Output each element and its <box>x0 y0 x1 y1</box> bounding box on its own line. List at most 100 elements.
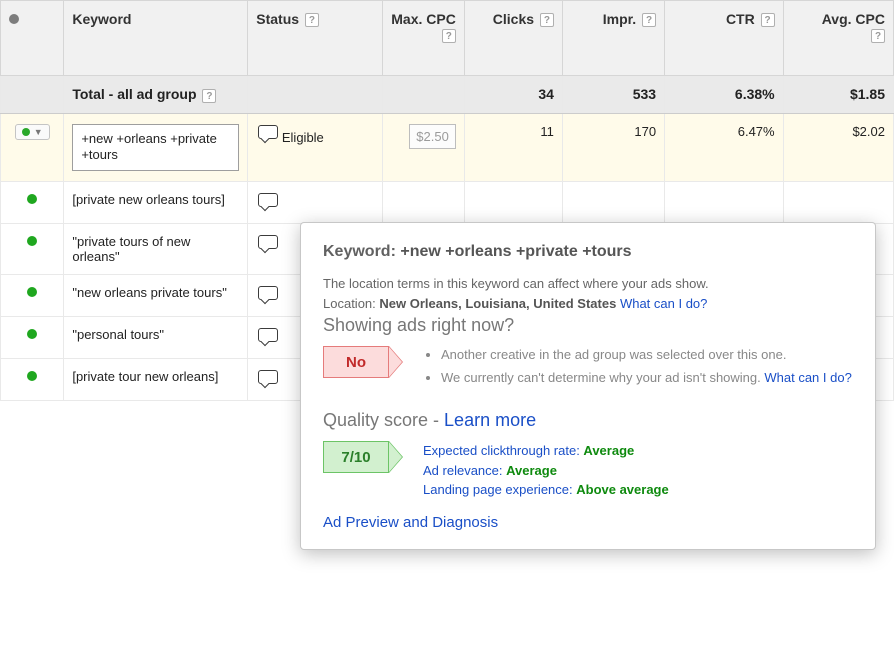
col-avgcpc-label: Avg. CPC <box>822 11 885 27</box>
totals-label: Total - all ad group ? <box>64 76 248 113</box>
keyword-cell[interactable]: "private tours of new orleans" <box>64 224 248 275</box>
status-dot-gray <box>9 14 19 24</box>
qs-metric: Expected clickthrough rate: Average <box>423 441 669 461</box>
col-avgcpc[interactable]: Avg. CPC ? <box>783 1 893 76</box>
help-icon[interactable]: ? <box>871 29 885 43</box>
chevron-down-icon: ▼ <box>34 127 43 137</box>
status-dot-icon <box>27 236 37 246</box>
tooltip-qs-link[interactable]: Learn more <box>444 410 536 430</box>
qs-value: 7/10 <box>323 441 389 473</box>
keyword-cell[interactable]: [private new orleans tours] <box>64 182 248 224</box>
tooltip-qs-heading-text: Quality score - <box>323 410 444 430</box>
col-ctr[interactable]: CTR ? <box>665 1 784 76</box>
speech-bubble-icon[interactable] <box>256 124 278 142</box>
col-impr-label: Impr. <box>603 11 636 27</box>
tooltip-qs-heading: Quality score - Learn more <box>323 410 853 431</box>
totals-impr: 533 <box>562 76 664 113</box>
col-ctr-label: CTR <box>726 11 755 27</box>
totals-avgcpc: $1.85 <box>783 76 893 113</box>
speech-bubble-icon[interactable] <box>256 369 278 387</box>
totals-clicks: 34 <box>464 76 562 113</box>
col-impr[interactable]: Impr. ? <box>562 1 664 76</box>
tooltip-loc-line: Location: New Orleans, Louisiana, United… <box>323 295 853 313</box>
qs-metric-label: Expected clickthrough rate: <box>423 443 583 458</box>
qs-metric-label: Ad relevance: <box>423 463 506 478</box>
table-row[interactable]: ▼ +new +orleans +private +tours Eligible $… <box>1 113 894 182</box>
reason-item: Another creative in the ad group was sel… <box>441 346 852 365</box>
tooltip-showing-heading: Showing ads right now? <box>323 315 853 336</box>
impr-cell <box>562 182 664 224</box>
ctr-cell: 6.47% <box>665 113 784 182</box>
col-maxcpc-label: Max. CPC <box>391 11 456 27</box>
col-clicks-label: Clicks <box>493 11 534 27</box>
qs-metric-label: Landing page experience: <box>423 482 576 497</box>
maxcpc-input[interactable]: $2.50 <box>409 124 456 149</box>
status-dot-icon <box>27 329 37 339</box>
help-icon[interactable]: ? <box>202 89 216 103</box>
tooltip-loc-label: Location: <box>323 296 379 311</box>
reason-link[interactable]: What can I do? <box>764 370 851 385</box>
status-cell[interactable]: Eligible <box>248 113 383 182</box>
row-status-cell[interactable] <box>1 182 64 224</box>
qs-metric: Ad relevance: Average <box>423 461 669 481</box>
help-icon[interactable]: ? <box>761 13 775 27</box>
table-header: Keyword Status ? Max. CPC ? Clicks ? Imp… <box>1 1 894 76</box>
status-tooltip: Keyword: +new +orleans +private +tours T… <box>300 222 876 550</box>
help-icon[interactable]: ? <box>540 13 554 27</box>
row-status-cell[interactable]: ▼ <box>1 113 64 182</box>
status-dot-icon <box>27 194 37 204</box>
impr-cell: 170 <box>562 113 664 182</box>
row-status-cell[interactable] <box>1 224 64 275</box>
col-status-dot[interactable] <box>1 1 64 76</box>
avgcpc-cell: $2.02 <box>783 113 893 182</box>
tooltip-loc-link[interactable]: What can I do? <box>620 296 707 311</box>
status-chip[interactable]: ▼ <box>15 124 50 140</box>
help-icon[interactable]: ? <box>642 13 656 27</box>
col-keyword[interactable]: Keyword <box>64 1 248 76</box>
qs-row: 7/10 Expected clickthrough rate: Average… <box>323 441 853 500</box>
status-text: Eligible <box>282 130 324 145</box>
col-status-label: Status <box>256 11 299 27</box>
qs-metric-value: Above average <box>576 482 669 497</box>
no-arrow: No <box>323 346 405 378</box>
qs-arrow: 7/10 <box>323 441 405 473</box>
row-status-cell[interactable] <box>1 275 64 317</box>
help-icon[interactable]: ? <box>442 29 456 43</box>
totals-label-text: Total - all ad group <box>72 86 196 102</box>
tooltip-loc-intro: The location terms in this keyword can a… <box>323 275 853 293</box>
showing-row: No Another creative in the ad group was … <box>323 346 853 392</box>
clicks-cell <box>464 182 562 224</box>
speech-bubble-icon[interactable] <box>256 192 278 210</box>
keyword-cell[interactable]: "personal tours" <box>64 317 248 359</box>
col-maxcpc[interactable]: Max. CPC ? <box>383 1 465 76</box>
col-status[interactable]: Status ? <box>248 1 383 76</box>
qs-metric-value: Average <box>583 443 634 458</box>
tooltip-heading: Keyword: +new +orleans +private +tours <box>323 243 853 261</box>
help-icon[interactable]: ? <box>305 13 319 27</box>
maxcpc-cell[interactable]: $2.50 <box>383 113 465 182</box>
qs-metric-value: Average <box>506 463 557 478</box>
ad-preview-link[interactable]: Ad Preview and Diagnosis <box>323 514 853 531</box>
keyword-cell[interactable]: +new +orleans +private +tours <box>64 113 248 182</box>
keyword-cell[interactable]: [private tour new orleans] <box>64 359 248 401</box>
col-clicks[interactable]: Clicks ? <box>464 1 562 76</box>
qs-metric: Landing page experience: Above average <box>423 480 669 500</box>
tooltip-heading-keyword: +new +orleans +private +tours <box>400 243 631 260</box>
status-cell[interactable] <box>248 182 383 224</box>
tooltip-heading-prefix: Keyword: <box>323 243 400 260</box>
maxcpc-cell[interactable] <box>383 182 465 224</box>
row-status-cell[interactable] <box>1 317 64 359</box>
reason-item: We currently can't determine why your ad… <box>441 369 852 388</box>
speech-bubble-icon[interactable] <box>256 327 278 345</box>
totals-ctr: 6.38% <box>665 76 784 113</box>
row-status-cell[interactable] <box>1 359 64 401</box>
speech-bubble-icon[interactable] <box>256 234 278 252</box>
keyword-cell[interactable]: "new orleans private tours" <box>64 275 248 317</box>
table-row[interactable]: [private new orleans tours] <box>1 182 894 224</box>
speech-bubble-icon[interactable] <box>256 285 278 303</box>
reasons-list: Another creative in the ad group was sel… <box>423 346 852 392</box>
tooltip-loc-value: New Orleans, Louisiana, United States <box>379 296 616 311</box>
clicks-cell: 11 <box>464 113 562 182</box>
keyword-input[interactable]: +new +orleans +private +tours <box>72 124 239 172</box>
status-dot-icon <box>22 128 30 136</box>
